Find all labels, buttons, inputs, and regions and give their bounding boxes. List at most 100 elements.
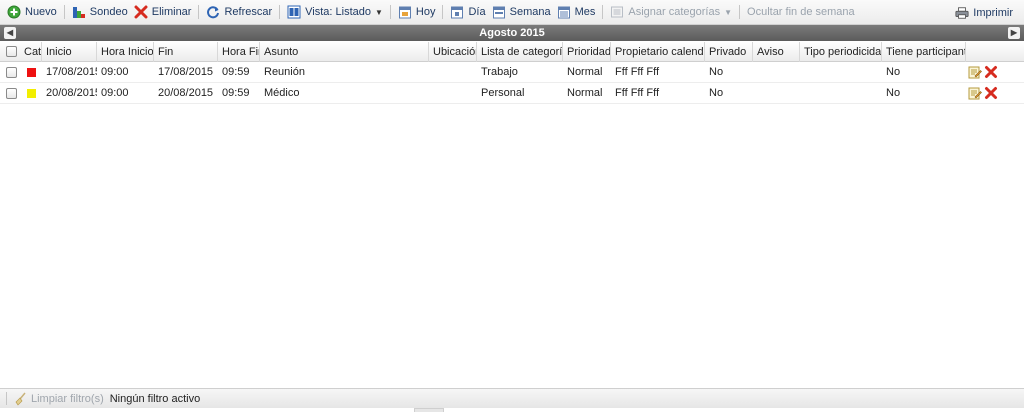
- filter-status-text: Ningún filtro activo: [109, 392, 201, 405]
- poll-button-label: Sondeo: [89, 6, 128, 18]
- calendar-today-icon: [398, 5, 412, 19]
- delete-row-icon[interactable]: [984, 65, 998, 79]
- cell-category-list: Personal: [481, 87, 525, 99]
- column-header-calendar-owner[interactable]: Propietario calendario: [611, 42, 705, 62]
- cell-calendar-owner: Fff Fff Fff: [615, 87, 660, 99]
- cell-has-participants: No: [886, 87, 901, 99]
- refresh-button-label: Refrescar: [224, 6, 273, 18]
- status-bar: Limpiar filtro(s) Ningún filtro activo: [0, 388, 1024, 408]
- toolbar-separator: [63, 5, 65, 19]
- toolbar-separator: [442, 5, 444, 19]
- print-button[interactable]: Imprimir: [952, 3, 1016, 23]
- cell-start-time: 09:00: [101, 66, 129, 78]
- column-header-reminder[interactable]: Aviso: [753, 42, 800, 62]
- next-month-button[interactable]: ▶: [1008, 27, 1020, 39]
- toolbar-separator: [739, 5, 741, 19]
- column-header-location[interactable]: Ubicación: [429, 42, 477, 62]
- print-button-label: Imprimir: [973, 7, 1013, 19]
- panel-resize-handle[interactable]: [414, 408, 444, 412]
- category-color-swatch: [27, 68, 36, 77]
- hide-weekend-label: Ocultar fin de semana: [747, 6, 855, 18]
- column-header-end[interactable]: Fin: [154, 42, 218, 62]
- cell-category-list: Trabajo: [481, 66, 518, 78]
- delete-button-label: Eliminar: [151, 6, 192, 18]
- table-row[interactable]: 17/08/2015 09:00 17/08/2015 09:59 Reunió…: [0, 62, 1024, 83]
- cell-start-time: 09:00: [101, 87, 129, 99]
- refresh-button[interactable]: Refrescar: [203, 2, 275, 22]
- toolbar: Nuevo Sondeo Eliminar Refrescar Vista: L…: [0, 0, 1024, 25]
- today-button-label: Hoy: [415, 6, 436, 18]
- today-button[interactable]: Hoy: [395, 2, 439, 22]
- calendar-day-icon: [450, 5, 464, 19]
- cell-location: [429, 62, 477, 83]
- column-header-start[interactable]: Inicio: [42, 42, 97, 62]
- toolbar-separator: [198, 5, 200, 19]
- previous-month-button[interactable]: ◀: [4, 27, 16, 39]
- chevron-right-icon: ▶: [1010, 28, 1018, 37]
- chevron-down-icon: ▼: [375, 7, 383, 17]
- row-checkbox[interactable]: [6, 88, 17, 99]
- column-header-category[interactable]: Cat.: [20, 42, 42, 62]
- cell-end: 17/08/2015: [158, 66, 214, 78]
- assign-categories-label: Asignar categorías: [628, 6, 721, 18]
- chevron-left-icon: ◀: [6, 28, 14, 37]
- column-header-recurrence-type[interactable]: Tipo periodicidad: [800, 42, 882, 62]
- cell-recurrence-type: [800, 62, 882, 83]
- column-header-subject[interactable]: Asunto: [260, 42, 429, 62]
- month-title: Agosto 2015: [479, 27, 545, 39]
- new-button[interactable]: Nuevo: [4, 2, 60, 22]
- column-header-has-participants[interactable]: Tiene participantes: [882, 42, 966, 62]
- toolbar-separator: [602, 5, 604, 19]
- events-grid: Cat. Inicio Hora Inicio Fin Hora Fin Asu…: [0, 42, 1024, 104]
- delete-row-icon[interactable]: [984, 86, 998, 100]
- week-view-button[interactable]: Semana: [489, 2, 554, 22]
- hide-weekend-button[interactable]: Ocultar fin de semana: [744, 2, 858, 22]
- cell-end: 20/08/2015: [158, 87, 214, 99]
- day-view-button-label: Día: [468, 6, 486, 18]
- month-view-button-label: Mes: [574, 6, 596, 18]
- clear-filters-label: Limpiar filtro(s): [31, 392, 104, 405]
- row-checkbox[interactable]: [6, 67, 17, 78]
- toolbar-separator: [279, 5, 281, 19]
- table-row[interactable]: 20/08/2015 09:00 20/08/2015 09:59 Médico…: [0, 83, 1024, 104]
- new-button-label: Nuevo: [25, 6, 57, 18]
- category-color-swatch: [27, 89, 36, 98]
- add-icon: [7, 5, 21, 19]
- calendar-week-icon: [492, 5, 506, 19]
- column-header-private[interactable]: Privado: [705, 42, 753, 62]
- view-dropdown-label: Vista: Listado: [305, 6, 371, 18]
- day-view-button[interactable]: Día: [447, 2, 488, 22]
- poll-button[interactable]: Sondeo: [69, 2, 131, 22]
- delete-button[interactable]: Eliminar: [131, 2, 195, 22]
- cell-reminder: [753, 62, 800, 83]
- month-view-button[interactable]: Mes: [554, 2, 599, 22]
- chevron-down-icon: ▼: [724, 7, 733, 17]
- cell-calendar-owner: Fff Fff Fff: [615, 66, 660, 78]
- printer-icon: [955, 6, 969, 20]
- refresh-icon: [206, 5, 220, 19]
- broom-icon: [13, 392, 27, 406]
- cell-start: 20/08/2015: [46, 87, 97, 99]
- cell-reminder: [753, 83, 800, 104]
- cell-has-participants: No: [886, 66, 901, 78]
- clear-filters-button[interactable]: Limpiar filtro(s): [13, 392, 104, 406]
- column-header-priority[interactable]: Prioridad: [563, 42, 611, 62]
- grid-header: Cat. Inicio Hora Inicio Fin Hora Fin Asu…: [0, 42, 1024, 62]
- column-header-start-time[interactable]: Hora Inicio: [97, 42, 154, 62]
- edit-icon[interactable]: [968, 65, 982, 79]
- select-all-checkbox[interactable]: [6, 46, 17, 57]
- delete-icon: [134, 5, 148, 19]
- assign-categories-dropdown[interactable]: Asignar categorías ▼: [607, 2, 735, 22]
- edit-icon[interactable]: [968, 86, 982, 100]
- cell-end-time: 09:59: [222, 66, 250, 78]
- column-header-category-list[interactable]: Lista de categorías: [477, 42, 563, 62]
- cell-priority: Normal: [567, 87, 603, 99]
- status-separator: [6, 392, 7, 405]
- column-header-end-time[interactable]: Hora Fin: [218, 42, 260, 62]
- view-dropdown[interactable]: Vista: Listado ▼: [284, 2, 386, 22]
- cell-priority: Normal: [567, 66, 603, 78]
- cell-private: No: [709, 87, 724, 99]
- month-navigation-bar: ◀ Agosto 2015 ▶: [0, 25, 1024, 41]
- poll-icon: [72, 5, 86, 19]
- cell-subject: Médico: [264, 87, 300, 99]
